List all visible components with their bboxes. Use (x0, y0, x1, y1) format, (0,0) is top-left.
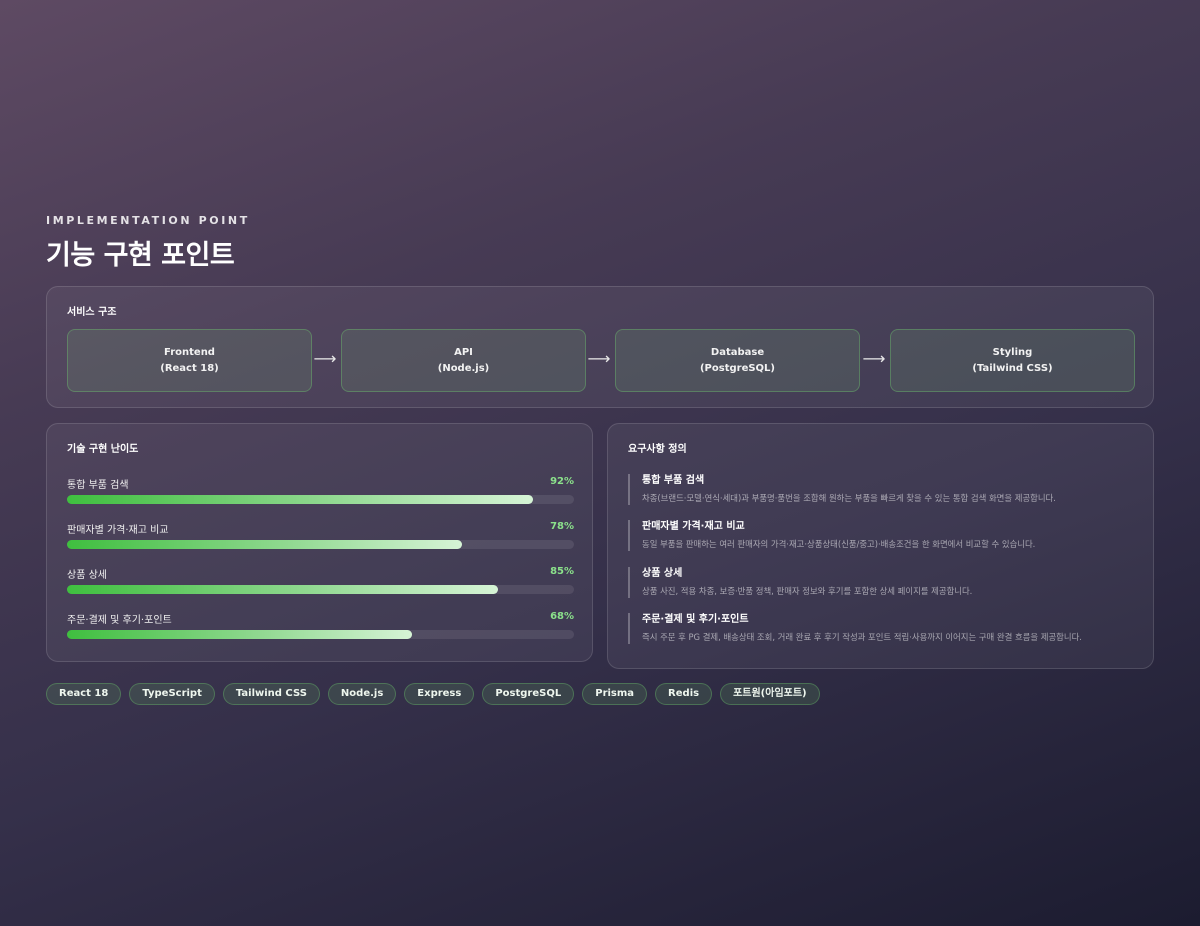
progress-track (67, 540, 574, 549)
difficulty-title: 기술 구현 난이도 (67, 444, 139, 455)
arch-node-styling: Styling (Tailwind CSS) (890, 329, 1135, 392)
arch-node-detail: (Node.js) (437, 362, 490, 374)
requirement-item: 주문·결제 및 후기·포인트 즉시 주문 후 PG 결제, 배송상태 조회, 거… (628, 613, 1138, 644)
progress-fill (67, 540, 463, 549)
requirement-desc: 즉시 주문 후 PG 결제, 배송상태 조회, 거래 완료 후 후기 작성과 포… (642, 632, 1082, 642)
arch-node-detail: (PostgreSQL) (699, 362, 776, 374)
tag-prisma: Prisma (582, 683, 648, 705)
tag-tailwind: Tailwind CSS (222, 683, 320, 705)
arch-node-name: API (454, 346, 473, 358)
requirement-title: 상품 상세 (642, 568, 683, 579)
difficulty-label: 통합 부품 검색 (67, 480, 129, 491)
difficulty-percent: 92% (550, 476, 574, 487)
requirement-item: 판매자별 가격·재고 비교 동일 부품을 판매하는 여러 판매자의 가격·재고·… (628, 520, 1138, 551)
requirement-title: 판매자별 가격·재고 비교 (642, 521, 745, 532)
tag-nodejs: Node.js (327, 683, 397, 705)
arch-node-name: Database (710, 346, 765, 358)
architecture-title: 서비스 구조 (67, 307, 117, 318)
page-title: 기능 구현 포인트 (46, 240, 235, 271)
requirement-desc: 동일 부품을 판매하는 여러 판매자의 가격·재고·상품상태(신품/중고)·배송… (642, 539, 1036, 549)
tag-typescript: TypeScript (129, 683, 215, 705)
tag-express: Express (404, 683, 475, 705)
progress-fill (67, 585, 498, 594)
arrow-right-icon: ⟶ (587, 349, 611, 368)
difficulty-percent: 78% (550, 521, 574, 532)
requirement-desc: 차종(브랜드·모델·연식·세대)과 부품명·품번을 조합해 원하는 부품을 빠르… (642, 493, 1056, 503)
requirement-title: 통합 부품 검색 (642, 475, 705, 486)
difficulty-label: 상품 상세 (67, 570, 107, 581)
arrow-right-icon: ⟶ (313, 349, 337, 368)
requirement-title: 주문·결제 및 후기·포인트 (642, 614, 749, 625)
difficulty-percent: 68% (550, 611, 574, 622)
arch-node-database: Database (PostgreSQL) (615, 329, 860, 392)
progress-track (67, 495, 574, 504)
arch-node-frontend: Frontend (React 18) (67, 329, 312, 392)
arch-node-name: Frontend (164, 346, 215, 358)
tag-postgresql: PostgreSQL (482, 683, 575, 705)
tech-stack-tags: React 18 TypeScript Tailwind CSS Node.js… (46, 683, 820, 705)
difficulty-label: 판매자별 가격·재고 비교 (67, 525, 169, 536)
arrow-right-icon: ⟶ (862, 349, 886, 368)
progress-track (67, 630, 574, 639)
arch-node-detail: (React 18) (160, 362, 219, 374)
tag-react: React 18 (46, 683, 122, 705)
arch-node-name: Styling (992, 346, 1033, 358)
difficulty-panel: 기술 구현 난이도 통합 부품 검색 92% 판매자별 가격·재고 비교 78%… (46, 423, 593, 662)
progress-track (67, 585, 574, 594)
requirements-panel: 요구사항 정의 통합 부품 검색 차종(브랜드·모델·연식·세대)과 부품명·품… (607, 423, 1154, 669)
tag-redis: Redis (655, 683, 713, 705)
section-eyebrow: IMPLEMENTATION POINT (46, 214, 250, 227)
progress-fill (67, 495, 534, 504)
requirements-title: 요구사항 정의 (628, 444, 687, 455)
difficulty-percent: 85% (550, 566, 574, 577)
tag-portone: 포트원(아임포트) (720, 683, 820, 705)
requirement-item: 상품 상세 상품 사진, 적용 차종, 보증·반품 정책, 판매자 정보와 후기… (628, 567, 1138, 598)
requirement-item: 통합 부품 검색 차종(브랜드·모델·연식·세대)과 부품명·품번을 조합해 원… (628, 474, 1138, 505)
difficulty-label: 주문·결제 및 후기·포인트 (67, 615, 172, 626)
progress-fill (67, 630, 412, 639)
service-architecture-panel: 서비스 구조 Frontend (React 18) ⟶ API (Node.j… (46, 286, 1154, 408)
requirement-desc: 상품 사진, 적용 차종, 보증·반품 정책, 판매자 정보와 후기를 포함한 … (642, 586, 973, 596)
arch-node-api: API (Node.js) (341, 329, 586, 392)
arch-node-detail: (Tailwind CSS) (972, 362, 1053, 374)
